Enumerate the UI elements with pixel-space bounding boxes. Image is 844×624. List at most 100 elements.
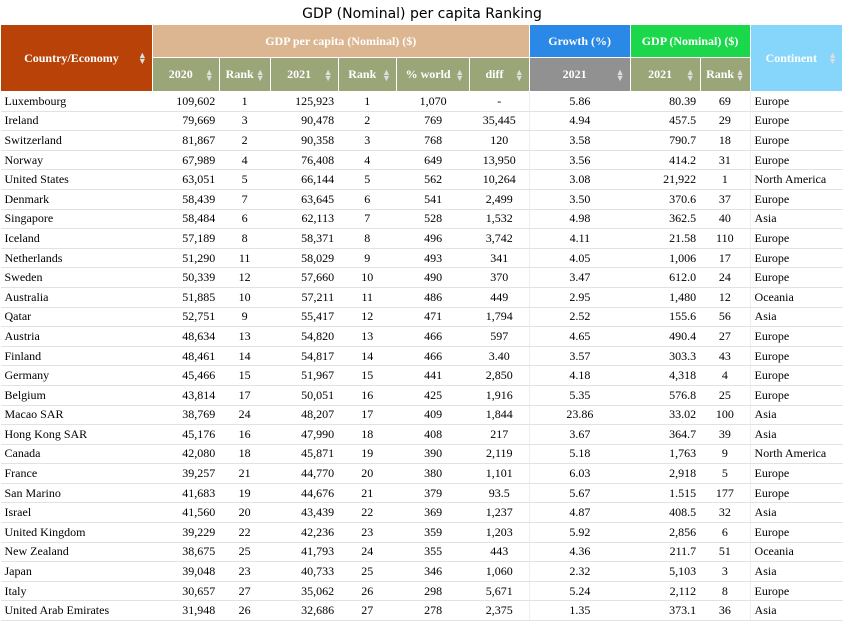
table-cell: 6.03 <box>528 463 631 484</box>
table-cell: 33.02 <box>630 405 701 426</box>
subheader-0[interactable]: 2020 ▲ ▼ <box>151 57 220 92</box>
table-cell: 40 <box>700 209 751 230</box>
table-cell: 25 <box>219 542 271 563</box>
table-cell: 562 <box>396 169 470 190</box>
table-cell: 369 <box>396 502 470 524</box>
table-cell: 1,480 <box>630 287 701 308</box>
table-cell: 2,850 <box>469 365 530 386</box>
subheader-8[interactable]: Rank ▲ ▼ <box>699 57 751 92</box>
table-row: Norway 67,989 4 76,408 4 649 13,950 3.56 414.2 31… <box>0 150 843 171</box>
table-row: Hong Kong SAR 45,176 16 47,990 18 408 217 3.67 3… <box>0 424 843 445</box>
table-cell: 41,683 <box>152 483 220 504</box>
table-cell: 56 <box>700 307 751 328</box>
table-cell: 1 <box>338 91 397 112</box>
table-cell: 57,211 <box>270 287 339 308</box>
table-cell: 1,532 <box>469 209 530 230</box>
table-cell: 67,989 <box>152 150 220 171</box>
table-cell: 10 <box>338 267 397 288</box>
table-cell: 43,439 <box>270 502 339 524</box>
table-cell: 23 <box>219 561 271 582</box>
table-cell: 76,408 <box>270 150 339 171</box>
table-cell: 1,763 <box>630 444 701 465</box>
table-cell: Europe <box>749 228 843 249</box>
subheader-7[interactable]: 2021 ▲ ▼ <box>629 57 701 92</box>
sort-icon: ▲ ▼ <box>323 66 333 83</box>
sort-icon: ▲ ▼ <box>615 66 625 83</box>
table-cell: 44,770 <box>270 463 339 484</box>
table-cell: Europe <box>749 385 843 406</box>
table-cell: 79,669 <box>152 111 220 132</box>
table-cell: 7 <box>338 209 397 230</box>
table-row: Israel 41,560 20 43,439 22 369 1,237 4.87 408.5 3… <box>0 502 843 524</box>
table-row: Canada 42,080 18 45,871 19 390 2,119 5.18 1,763 9… <box>0 444 843 465</box>
table-cell: 21.58 <box>630 228 701 249</box>
subheader-5[interactable]: diff ▲ ▼ <box>469 57 530 92</box>
table-row: United Arab Emirates 31,948 26 32,686 27 278 2… <box>0 600 843 622</box>
header-country[interactable]: Country/Economy ▲ ▼ <box>0 24 153 92</box>
table-cell: 21 <box>219 463 271 484</box>
table-cell: 80.39 <box>630 91 701 112</box>
table-cell: 1 <box>700 169 751 190</box>
header-continent[interactable]: Continent ▲ ▼ <box>749 24 844 92</box>
table-cell: 541 <box>396 189 470 210</box>
table-cell: 4.11 <box>528 228 631 249</box>
table-cell: 441 <box>396 365 470 386</box>
table-cell: 359 <box>396 522 470 543</box>
table-cell: Asia <box>749 405 843 426</box>
table-cell: 45,871 <box>270 444 339 465</box>
table-cell: 5 <box>700 463 751 484</box>
table-cell: 41,793 <box>270 542 339 563</box>
table-cell: 39,048 <box>152 561 220 582</box>
table-cell: 22 <box>219 522 271 543</box>
table-cell: 27 <box>219 581 271 602</box>
table-cell: Ireland <box>0 111 153 132</box>
table-cell: Europe <box>749 463 843 484</box>
table-cell: 18 <box>338 424 397 445</box>
table-cell: 40,733 <box>270 561 339 582</box>
table-cell: Europe <box>749 522 843 543</box>
table-cell: Europe <box>749 326 843 347</box>
table-row: United States 63,051 5 66,144 5 562 10,264 3.08… <box>0 169 843 190</box>
subheader-3[interactable]: Rank ▲ ▼ <box>337 57 397 92</box>
table-cell: Europe <box>749 130 843 151</box>
table-cell: Italy <box>0 581 153 602</box>
table-cell: 2 <box>219 130 271 151</box>
subheader-4[interactable]: % world ▲ ▼ <box>395 57 471 92</box>
table-cell: 35,445 <box>469 111 530 132</box>
sort-icon: ▲ ▼ <box>137 50 147 66</box>
table-cell: 768 <box>396 130 470 151</box>
table-cell: 8 <box>700 581 751 602</box>
table-cell: 490 <box>396 267 470 288</box>
table-cell: North America <box>749 444 843 465</box>
table-cell: 20 <box>219 502 271 524</box>
table-cell: 58,484 <box>152 209 220 230</box>
table-cell: 6 <box>700 522 751 543</box>
table-cell: 2,856 <box>630 522 701 543</box>
table-row: Switzerland 81,867 2 90,358 3 768 120 3.58 790.7… <box>0 130 843 151</box>
table-cell: 4 <box>219 150 271 171</box>
table-cell: 9 <box>700 444 751 465</box>
table-cell: 45,466 <box>152 365 220 386</box>
subheader-1[interactable]: Rank ▲ ▼ <box>218 57 271 92</box>
sort-icon: ▲ ▼ <box>735 66 745 83</box>
table-cell: 55,417 <box>270 307 339 328</box>
table-cell: 27 <box>338 600 397 622</box>
table-cell: 44,676 <box>270 483 339 504</box>
subheader-2[interactable]: 2021 ▲ ▼ <box>269 57 339 92</box>
table-cell: 612.0 <box>630 267 701 288</box>
table-cell: 57,189 <box>152 228 220 249</box>
sort-icon: ▲ ▼ <box>455 66 465 83</box>
table-cell: 5.86 <box>528 91 631 112</box>
table-cell: 3.67 <box>528 424 631 445</box>
table-cell: Europe <box>749 365 843 386</box>
table-cell: 63,051 <box>152 169 220 190</box>
table-cell: 21 <box>338 483 397 504</box>
table-cell: 298 <box>396 581 470 602</box>
table-cell: Austria <box>0 326 153 347</box>
table-cell: Luxembourg <box>0 91 153 112</box>
table-cell: 490.4 <box>630 326 701 347</box>
table-cell: 769 <box>396 111 470 132</box>
table-cell: 16 <box>338 385 397 406</box>
subheader-6[interactable]: 2021 ▲ ▼ <box>528 57 631 92</box>
table-cell: San Marino <box>0 483 153 504</box>
